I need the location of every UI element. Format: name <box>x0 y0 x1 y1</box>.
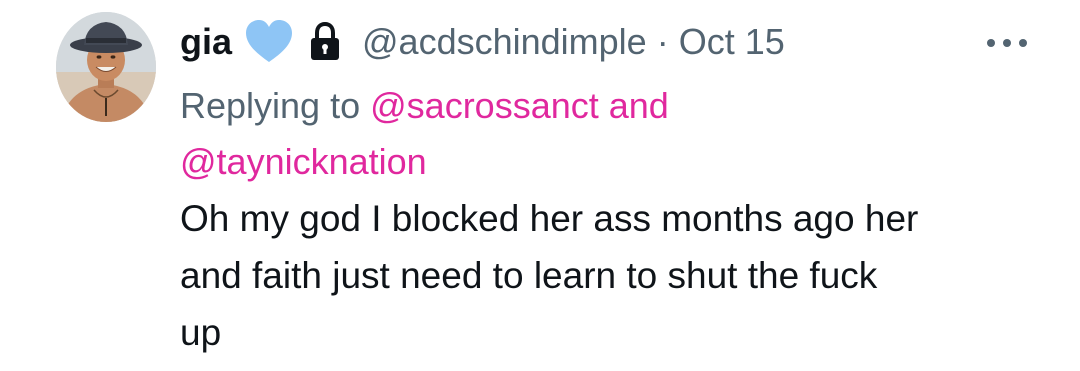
avatar[interactable] <box>56 12 156 122</box>
replying-conjunction: and <box>608 85 669 126</box>
replying-prefix: Replying to <box>180 85 361 126</box>
replying-to: Replying to @sacrossanct and @taynicknat… <box>180 78 1000 190</box>
tweet-text-line-2: and faith just need to learn to shut the… <box>180 255 878 296</box>
blue-heart-icon <box>246 20 293 62</box>
lock-icon <box>311 22 340 60</box>
mention-taynicknation[interactable]: @taynicknation <box>180 141 427 182</box>
tweet-text: Oh my god I blocked her ass months ago h… <box>180 190 1040 361</box>
display-name[interactable]: gia <box>180 24 232 60</box>
mention-sacrossanct[interactable]: @sacrossanct <box>370 85 599 126</box>
avatar-photo <box>56 12 156 122</box>
tweet[interactable]: gia @acdschindimple · Oct 15 Replying to… <box>0 0 1080 371</box>
separator-dot: · <box>656 21 669 62</box>
tweet-text-line-1: Oh my god I blocked her ass months ago h… <box>180 198 919 239</box>
tweet-text-line-3: up <box>180 312 222 353</box>
tweet-date[interactable]: Oct 15 <box>679 24 785 60</box>
user-handle[interactable]: @acdschindimple <box>362 24 647 60</box>
tweet-header: gia @acdschindimple · Oct 15 <box>180 18 785 66</box>
more-options-icon[interactable] <box>982 28 1032 58</box>
